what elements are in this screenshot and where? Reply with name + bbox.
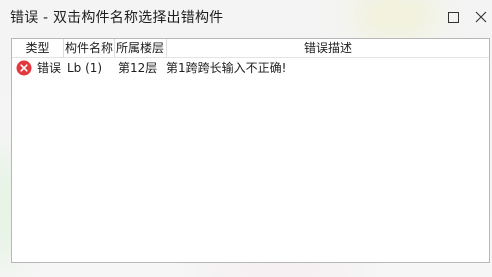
close-x-icon bbox=[475, 11, 487, 23]
error-dialog: 错误 - 双击构件名称选择出错构件 类型 构件名称 所属楼层 错误描述 错误 L… bbox=[0, 0, 492, 277]
close-button[interactable] bbox=[466, 4, 492, 30]
column-header-floor[interactable]: 所属楼层 bbox=[115, 39, 167, 57]
row-description: 第1跨跨长输入不正确! bbox=[166, 61, 287, 75]
error-circle-x-icon bbox=[16, 60, 32, 76]
maximize-button[interactable] bbox=[438, 4, 468, 30]
row-component-name[interactable]: Lb (1) bbox=[67, 58, 102, 78]
table-header-row: 类型 构件名称 所属楼层 错误描述 bbox=[12, 39, 489, 58]
error-list-table[interactable]: 类型 构件名称 所属楼层 错误描述 错误 Lb (1) 第12层 第1跨跨长输入… bbox=[11, 38, 490, 263]
column-header-type[interactable]: 类型 bbox=[12, 39, 64, 57]
row-floor: 第12层 bbox=[118, 61, 158, 75]
title-bar[interactable]: 错误 - 双击构件名称选择出错构件 bbox=[0, 0, 492, 36]
column-header-name[interactable]: 构件名称 bbox=[64, 39, 115, 57]
window-title: 错误 - 双击构件名称选择出错构件 bbox=[10, 10, 224, 26]
column-header-description[interactable]: 错误描述 bbox=[167, 39, 489, 57]
maximize-square-icon bbox=[447, 11, 459, 23]
row-type: 错误 bbox=[37, 61, 62, 75]
table-row[interactable]: 错误 Lb (1) 第12层 第1跨跨长输入不正确! bbox=[12, 58, 489, 78]
